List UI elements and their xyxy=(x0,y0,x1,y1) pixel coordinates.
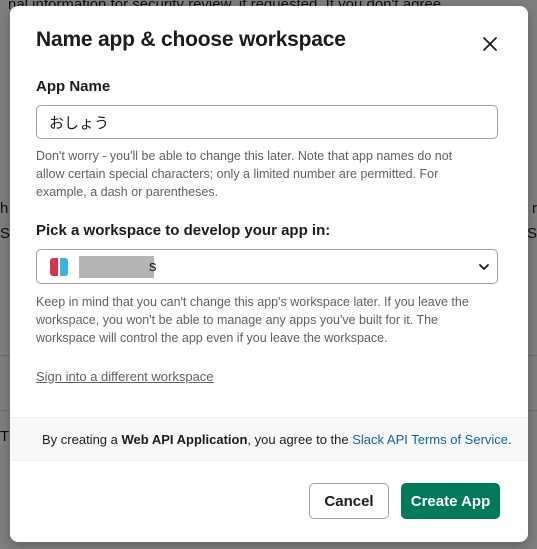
sign-into-different-workspace-link[interactable]: Sign into a different workspace xyxy=(36,369,214,384)
close-button[interactable] xyxy=(476,30,504,58)
app-name-label: App Name xyxy=(36,78,111,95)
terms-middle: , you agree to the xyxy=(247,431,353,447)
terms-notice: By creating a Web API Application, you a… xyxy=(10,417,528,461)
app-name-value: おしょう xyxy=(49,114,110,132)
workspace-logo-icon xyxy=(48,257,70,277)
create-app-button[interactable]: Create App xyxy=(401,483,500,519)
chevron-down-icon xyxy=(479,264,489,270)
redacted-workspace-name xyxy=(79,256,154,278)
workspace-help-text: Keep in mind that you can't change this … xyxy=(36,295,469,345)
cancel-button[interactable]: Cancel xyxy=(309,483,389,519)
app-name-input[interactable]: おしょう xyxy=(36,105,498,139)
workspace-label: Pick a workspace to develop your app in: xyxy=(36,222,331,239)
app-name-help-text: Don't worry - you'll be able to change t… xyxy=(36,149,453,199)
terms-of-service-link[interactable]: Slack API Terms of Service xyxy=(352,432,508,447)
dialog-title: Name app & choose workspace xyxy=(36,28,346,51)
workspace-select[interactable]: s xyxy=(36,249,498,284)
terms-suffix: . xyxy=(508,431,512,447)
close-icon xyxy=(483,37,497,51)
app-type-label: Web API Application xyxy=(121,431,248,447)
workspace-name-suffix: s xyxy=(149,258,157,275)
name-app-dialog: Name app & choose workspace App Name おしょ… xyxy=(10,6,528,542)
terms-prefix: By creating a xyxy=(42,431,122,447)
